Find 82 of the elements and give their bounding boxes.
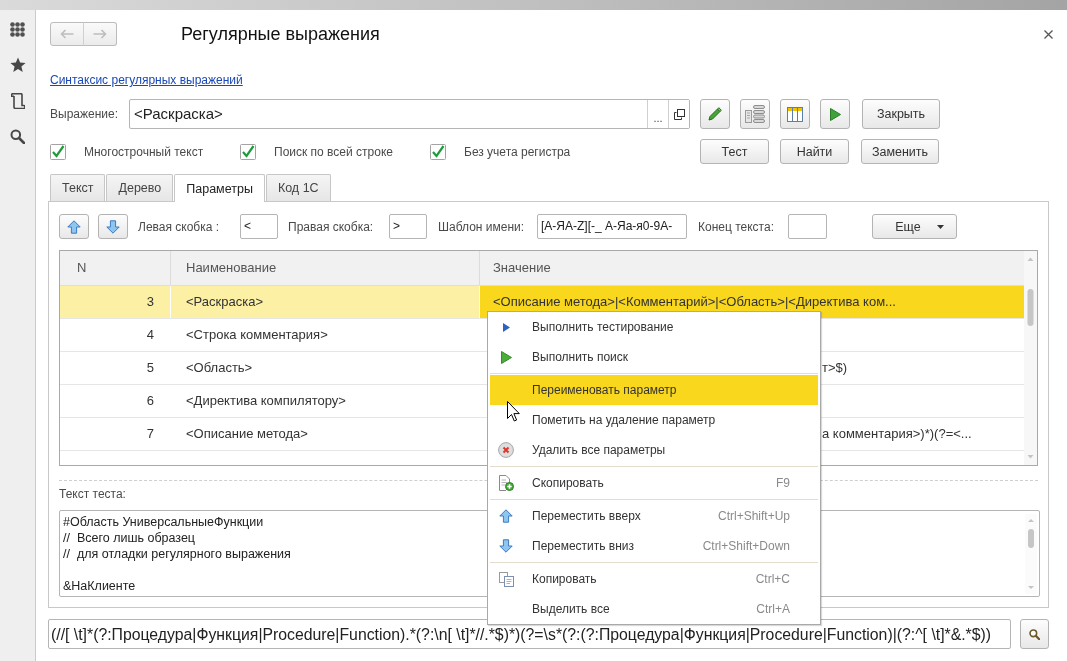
tab[interactable]: Дерево: [106, 174, 174, 201]
test-text-label: Текст теста:: [59, 487, 126, 501]
table-cell: <Область>: [171, 352, 480, 384]
menu-item[interactable]: Копировать Ctrl+C: [490, 564, 818, 594]
syntax-link[interactable]: Синтаксис регулярных выражений: [50, 73, 243, 87]
left-arrow-icon: [60, 29, 74, 39]
checkbox[interactable]: [430, 143, 446, 160]
left-bracket-field[interactable]: <: [240, 214, 278, 239]
checkbox-label: Многострочный текст: [84, 144, 204, 159]
more-button[interactable]: Еще: [872, 214, 957, 239]
column-header[interactable]: N: [60, 251, 171, 285]
right-bracket-field[interactable]: >: [389, 214, 427, 239]
tab[interactable]: Код 1С: [265, 174, 331, 201]
window-title: Регулярные выражения: [181, 23, 380, 46]
expression-label: Выражение:: [50, 107, 119, 121]
down-arrow-icon: [106, 219, 120, 234]
checkbox-label: Без учета регистра: [464, 144, 571, 159]
table-cell: 4: [60, 319, 171, 351]
up-arrow-icon: [67, 219, 81, 234]
field-label: Шаблон имени:: [438, 219, 526, 234]
apps-icon[interactable]: [10, 22, 25, 37]
right-arrow-icon: [93, 29, 107, 39]
columns-icon: [787, 106, 803, 122]
table-cell: 5: [60, 352, 171, 384]
menu-item[interactable]: Скопировать F9: [490, 468, 818, 498]
table-cell: <Директива компилятору>: [171, 385, 480, 417]
edit-button[interactable]: [700, 99, 730, 129]
list-button[interactable]: [740, 99, 770, 129]
pencil-icon: [708, 107, 722, 121]
up-arrow-icon: [499, 509, 513, 523]
mouse-cursor-icon: [507, 401, 520, 422]
play-icon: [829, 107, 841, 121]
table-cell: 3: [60, 286, 171, 318]
column-header[interactable]: Наименование: [171, 251, 480, 285]
field-label: Левая скобка :: [138, 219, 221, 234]
name-template-field[interactable]: [А-ЯA-Z][-_ А-Яа-я0-9A-: [537, 214, 687, 239]
search-icon[interactable]: [10, 129, 25, 144]
add-document-icon: [498, 475, 514, 491]
run-button[interactable]: [820, 99, 850, 129]
play-icon: [502, 322, 510, 332]
find-button[interactable]: Найти: [780, 139, 849, 164]
play-icon: [500, 350, 512, 364]
table-cell: 6: [60, 385, 171, 417]
table-cell: <Строка комментария>: [171, 319, 480, 351]
list-icon: [745, 105, 765, 123]
move-down-button[interactable]: [98, 214, 128, 239]
field-label: Конец текста:: [698, 219, 775, 234]
down-arrow-icon: [499, 539, 513, 553]
menu-item[interactable]: Удалить все параметры: [490, 435, 818, 465]
menu-item[interactable]: Пометить на удаление параметр: [490, 405, 818, 435]
document-icon[interactable]: [10, 93, 25, 109]
table-cell-text: т>$): [822, 359, 849, 377]
column-header[interactable]: Значение: [480, 251, 1024, 285]
columns-button[interactable]: [780, 99, 810, 129]
delete-icon: [498, 442, 514, 458]
table-row[interactable]: 3 <Раскраска> <Описание метода>|<Комментарий>|<Область>|<Директива ком...: [60, 286, 1024, 319]
checkbox[interactable]: [50, 143, 66, 160]
copy-icon: [498, 571, 514, 587]
close-icon[interactable]: [1044, 29, 1053, 39]
menu-item[interactable]: Выполнить поиск: [490, 342, 818, 372]
scrollbar[interactable]: [1024, 251, 1037, 465]
move-up-button[interactable]: [59, 214, 89, 239]
field-label: Правая скобка:: [288, 219, 375, 234]
star-icon[interactable]: [9, 57, 26, 73]
text-end-field[interactable]: [788, 214, 827, 239]
search-button[interactable]: [1020, 619, 1049, 649]
menu-item[interactable]: Переименовать параметр: [490, 375, 818, 405]
tab[interactable]: Параметры: [174, 174, 265, 202]
tab[interactable]: Текст: [50, 174, 106, 201]
table-cell: 7: [60, 418, 171, 450]
test-button[interactable]: Тест: [700, 139, 769, 164]
replace-button[interactable]: Заменить: [861, 139, 939, 164]
checkbox-label: Поиск по всей строке: [274, 144, 393, 159]
table-cell: <Описание метода>: [171, 418, 480, 450]
checkbox[interactable]: [240, 143, 256, 160]
menu-item[interactable]: Переместить вниз Ctrl+Shift+Down: [490, 531, 818, 561]
search-icon: [1029, 628, 1040, 640]
test-text: #Область УниверсальныеФункции // Всего лишь образец // для отладки регулярного выражения &НаКлиенте: [62, 514, 291, 594]
table-cell-text: а комментария>)*)(?=<...: [822, 425, 973, 443]
menu-item[interactable]: Переместить вверх Ctrl+Shift+Up: [490, 501, 818, 531]
caret-icon: [936, 224, 944, 229]
close-button[interactable]: Закрыть: [862, 99, 940, 129]
